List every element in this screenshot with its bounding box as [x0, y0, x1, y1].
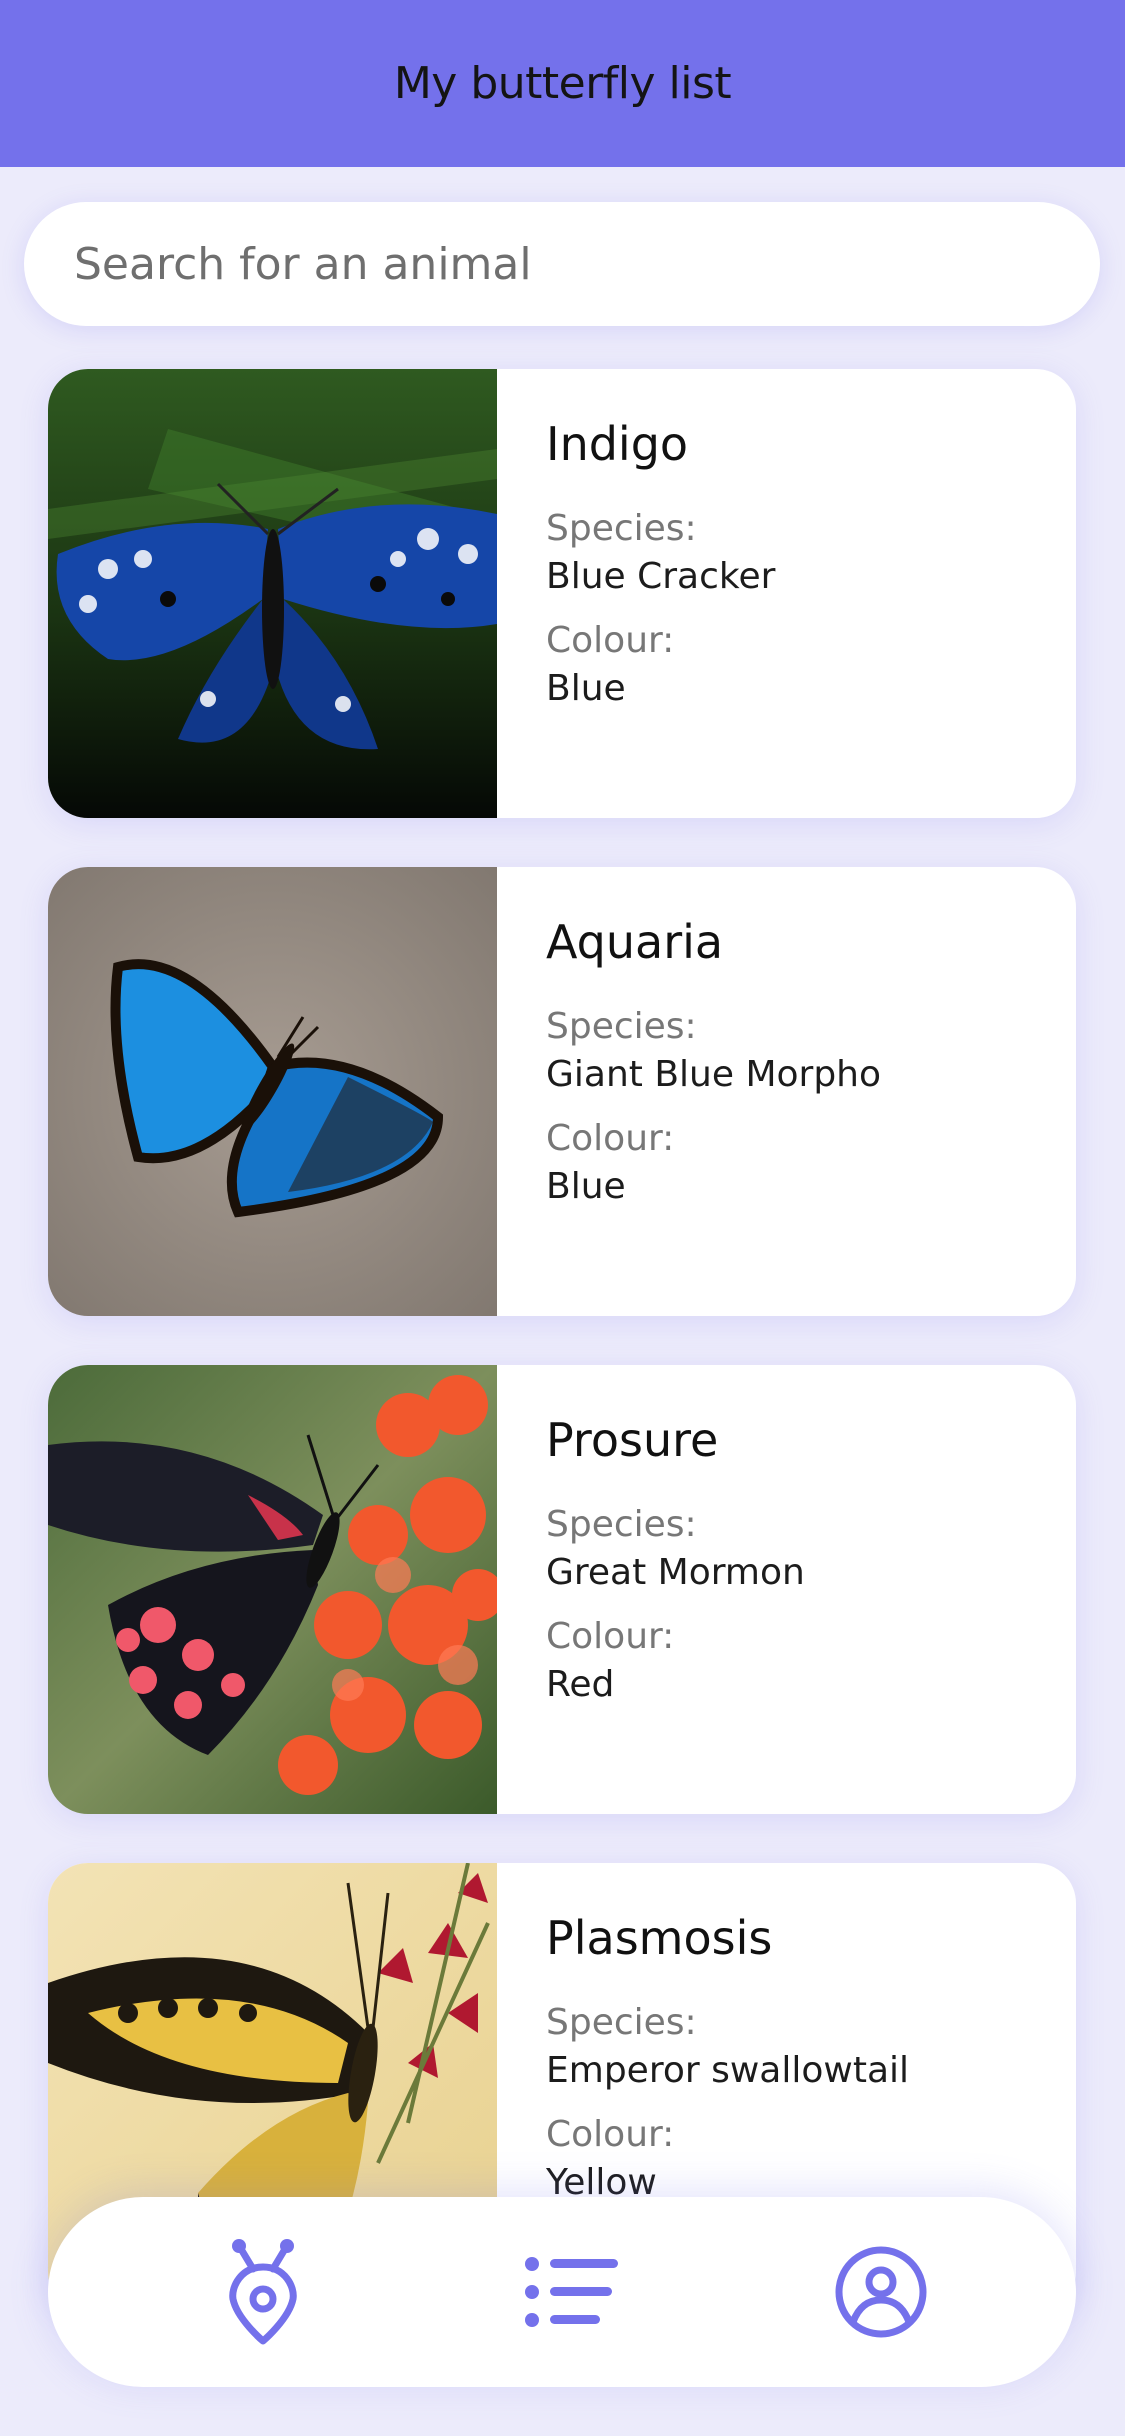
- butterfly-photo-prosure: [48, 1365, 497, 1814]
- card-info: Prosure Species: Great Mormon Colour: Re…: [546, 1413, 1056, 1725]
- app-header: My butterfly list: [0, 0, 1125, 167]
- tab-map[interactable]: [208, 2237, 318, 2347]
- butterfly-name: Plasmosis: [546, 1911, 773, 1965]
- card-info: Aquaria Species: Giant Blue Morpho Colou…: [546, 915, 1056, 1227]
- species-value: Great Mormon: [546, 1552, 805, 1593]
- butterfly-name: Indigo: [546, 417, 689, 471]
- butterfly-photo-aquaria: [48, 867, 497, 1316]
- species-label: Species:: [546, 2002, 697, 2043]
- list-item[interactable]: Prosure Species: Great Mormon Colour: Re…: [48, 1365, 1076, 1814]
- search-input[interactable]: [72, 237, 1056, 291]
- card-info: Plasmosis Species: Emperor swallowtail C…: [546, 1911, 1056, 2223]
- butterfly-name: Aquaria: [546, 915, 724, 969]
- species-value: Emperor swallowtail: [546, 2050, 910, 2091]
- card-info: Indigo Species: Blue Cracker Colour: Blu…: [546, 417, 1056, 729]
- list-item[interactable]: Aquaria Species: Giant Blue Morpho Colou…: [48, 867, 1076, 1316]
- tab-list[interactable]: [517, 2237, 627, 2347]
- colour-label: Colour:: [546, 1616, 675, 1657]
- species-value: Giant Blue Morpho: [546, 1054, 882, 1095]
- butterfly-name: Prosure: [546, 1413, 719, 1467]
- bug-location-icon: [229, 2239, 297, 2345]
- colour-label: Colour:: [546, 1118, 675, 1159]
- species-label: Species:: [546, 1006, 697, 1047]
- page-title: My butterfly list: [393, 58, 732, 109]
- species-label: Species:: [546, 1504, 697, 1545]
- colour-value: Blue: [546, 1166, 626, 1207]
- colour-label: Colour:: [546, 2114, 675, 2155]
- species-value: Blue Cracker: [546, 556, 776, 597]
- species-label: Species:: [546, 508, 697, 549]
- user-profile-icon: [835, 2246, 927, 2338]
- list-icon: [525, 2257, 618, 2327]
- butterfly-photo-indigo: [48, 369, 497, 818]
- colour-label: Colour:: [546, 620, 675, 661]
- colour-value: Red: [546, 1664, 615, 1705]
- tab-profile[interactable]: [826, 2237, 936, 2347]
- bottom-tab-bar: [48, 2197, 1076, 2387]
- colour-value: Blue: [546, 668, 626, 709]
- list-item[interactable]: Indigo Species: Blue Cracker Colour: Blu…: [48, 369, 1076, 818]
- search-bar[interactable]: [24, 202, 1100, 326]
